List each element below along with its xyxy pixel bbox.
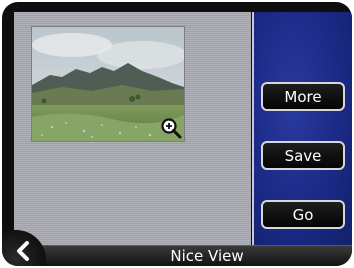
device-screen: More Save Go Nice View bbox=[2, 2, 352, 266]
photo-panel bbox=[14, 12, 251, 245]
chevron-left-icon bbox=[17, 241, 29, 261]
save-button[interactable]: Save bbox=[261, 141, 345, 170]
location-photo[interactable] bbox=[31, 26, 185, 142]
action-panel: More Save Go bbox=[252, 12, 352, 245]
more-button[interactable]: More bbox=[261, 82, 345, 111]
zoom-in-icon[interactable] bbox=[160, 117, 182, 139]
go-button[interactable]: Go bbox=[261, 200, 345, 229]
screen-title: Nice View bbox=[170, 247, 244, 265]
